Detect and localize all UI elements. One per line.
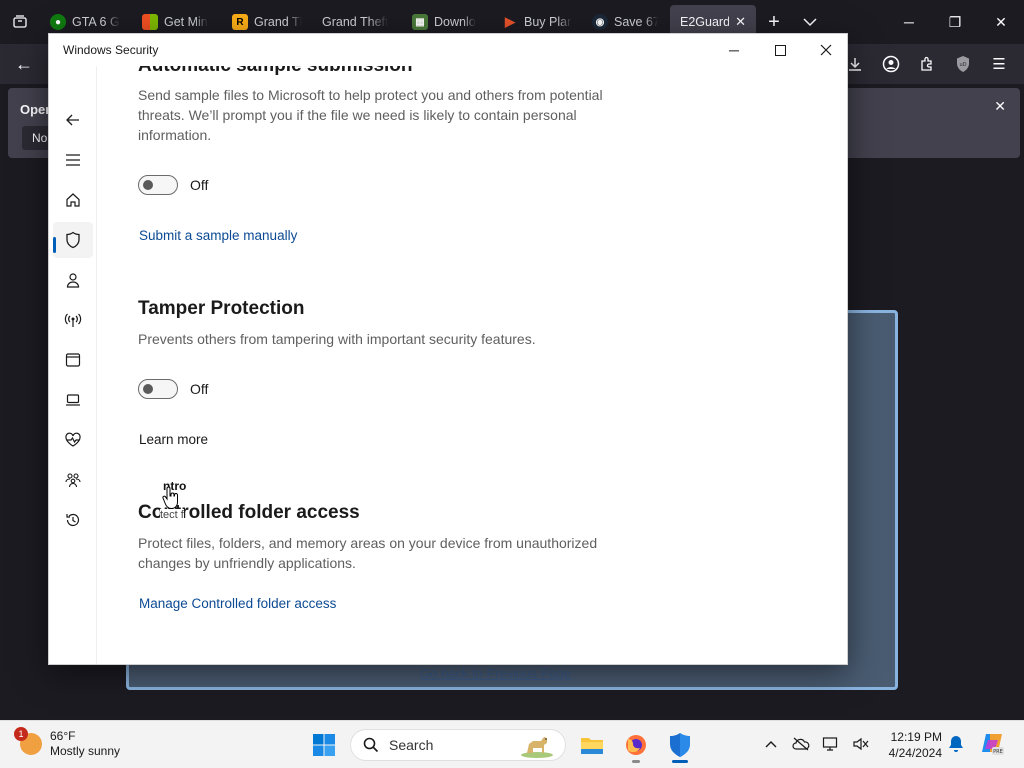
settings-content: Automatic sample submission Send sample … [98, 66, 838, 664]
svg-text:uD: uD [959, 62, 966, 68]
back-icon[interactable] [53, 102, 93, 138]
toggle-knob [143, 180, 153, 190]
tab-label: Grand Th [254, 15, 302, 29]
display-icon[interactable] [820, 731, 842, 757]
weather-description: Mostly sunny [50, 744, 121, 758]
section-description: Prevents others from tampering with impo… [138, 331, 536, 347]
windows-security-taskbar-icon[interactable] [662, 727, 698, 763]
tooltip-fragment: tect f [160, 509, 184, 521]
account-icon[interactable] [878, 50, 904, 78]
onedrive-offline-icon[interactable] [790, 731, 812, 757]
manage-controlled-folder-access-link[interactable]: Manage Controlled folder access [139, 596, 336, 611]
tab-label: Downlo [434, 15, 476, 29]
restore-icon[interactable]: ❐ [932, 0, 978, 44]
home-icon[interactable] [53, 182, 93, 218]
volume-muted-icon[interactable] [850, 731, 872, 757]
shield-icon[interactable] [53, 222, 93, 258]
tab-label: Buy Plan [524, 15, 572, 29]
tab-label: Get Min [164, 15, 208, 29]
browser-window-controls: ─ ❐ ✕ [886, 0, 1024, 44]
hand-cursor-icon [162, 486, 180, 510]
weather-temperature: 66°F [50, 729, 76, 743]
chevron-up-icon[interactable] [760, 731, 782, 757]
windows-taskbar: 1 66°F Mostly sunny Search 12:19 PM 4/24… [0, 720, 1024, 768]
close-icon[interactable] [803, 34, 847, 66]
family-options-icon[interactable] [53, 462, 93, 498]
search-highlight-dog-icon [521, 737, 553, 758]
window-title: Windows Security [63, 43, 159, 57]
firefox-icon[interactable] [618, 727, 654, 763]
windows-security-window: Windows Security ─ Send sample files to … [48, 33, 848, 665]
steam-icon: ◉ [592, 14, 608, 30]
settings-gear-icon[interactable] [53, 654, 93, 664]
notification-bell-icon[interactable] [948, 735, 964, 758]
search-label: Search [389, 737, 434, 753]
back-arrow-icon[interactable]: ← [12, 52, 36, 76]
tab-label: GTA 6 G [72, 15, 120, 29]
section-description: Send sample files to Microsoft to help p… [138, 87, 603, 143]
menu-icon[interactable] [53, 142, 93, 178]
clock-date: 4/24/2024 [888, 746, 942, 760]
minimize-icon[interactable]: ─ [711, 34, 757, 66]
section-title-sample-submission: Automatic sample submission [138, 66, 413, 77]
firewall-network-icon[interactable] [53, 302, 93, 338]
learn-more-link[interactable]: Learn more [139, 432, 208, 447]
play-icon: ▶ [505, 14, 515, 29]
system-tray [760, 731, 872, 757]
window-titlebar: Windows Security ─ [49, 34, 847, 66]
tab-list-icon[interactable] [0, 0, 40, 44]
download-site-icon: ▦ [412, 14, 428, 30]
taskbar-clock[interactable]: 12:19 PM 4/24/2024 [884, 729, 942, 761]
side-navigation [49, 66, 97, 664]
extensions-icon[interactable] [914, 50, 940, 78]
sample-submission-toggle[interactable] [138, 175, 178, 195]
close-icon[interactable]: ✕ [994, 98, 1006, 115]
minimize-icon[interactable]: ─ [886, 0, 932, 44]
maximize-icon[interactable] [757, 34, 803, 66]
clock-time: 12:19 PM [890, 730, 942, 744]
selected-indicator [53, 237, 56, 253]
tab-label: Save 67% [614, 15, 658, 29]
account-protection-icon[interactable] [53, 262, 93, 298]
device-security-icon[interactable] [53, 382, 93, 418]
device-health-icon[interactable] [53, 422, 93, 458]
sun-icon: 1 [14, 727, 42, 755]
toggle-knob [143, 384, 153, 394]
close-icon[interactable]: ✕ [978, 0, 1024, 44]
rockstar-icon: R [232, 14, 248, 30]
toggle-state-label: Off [190, 177, 209, 193]
tab-label: Grand Theft [322, 15, 389, 29]
ublock-shield-icon[interactable]: uD [950, 50, 976, 78]
notification-badge: 1 [14, 727, 28, 741]
start-windows-icon[interactable] [306, 727, 342, 763]
section-description: Protect files, folders, and memory areas… [138, 535, 598, 571]
taskbar-search[interactable]: Search [350, 729, 566, 761]
svg-text:PRE: PRE [993, 749, 1003, 755]
notification-title: Oper [20, 102, 51, 117]
section-title-tamper-protection: Tamper Protection [138, 298, 305, 319]
weather-widget[interactable]: 1 66°F Mostly sunny [14, 727, 121, 759]
file-explorer-icon[interactable] [574, 727, 610, 763]
tamper-protection-toggle[interactable] [138, 379, 178, 399]
close-icon[interactable]: ✕ [735, 14, 746, 30]
microsoft-icon [142, 14, 158, 30]
background-page-link[interactable]: Go back to Previous Page [420, 666, 571, 681]
app-browser-control-icon[interactable] [53, 342, 93, 378]
toggle-state-label: Off [190, 381, 209, 397]
hamburger-menu-icon[interactable]: ☰ [986, 50, 1012, 78]
submit-sample-link[interactable]: Submit a sample manually [139, 228, 297, 243]
copilot-icon[interactable]: PRE [980, 731, 1004, 755]
search-icon [363, 737, 379, 753]
xbox-icon: ● [50, 14, 66, 30]
protection-history-icon[interactable] [53, 502, 93, 538]
tab-label: E2Guardia [680, 15, 730, 29]
